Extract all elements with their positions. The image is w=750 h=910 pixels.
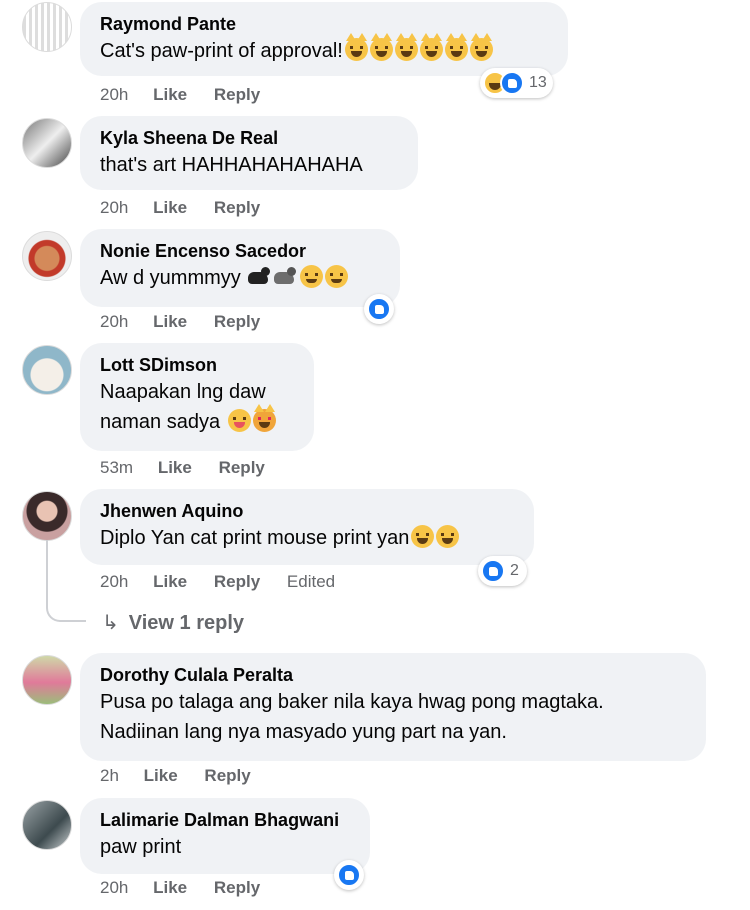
avatar[interactable] [22, 118, 72, 168]
view-replies-button[interactable]: ↳ View 1 reply [102, 610, 244, 635]
like-button[interactable]: Like [153, 312, 187, 332]
laughing-cat-emoji-icon [344, 33, 368, 61]
avatar[interactable] [22, 345, 72, 395]
laughing-emoji-icon [436, 525, 460, 548]
comment-text-line: Pusa po talaga ang baker nila kaya hwag … [100, 691, 604, 713]
like-button[interactable]: Like [144, 766, 178, 786]
reaction-count: 13 [529, 74, 547, 91]
comment-actions: 20h Like Reply [100, 878, 282, 898]
avatar[interactable] [22, 491, 72, 541]
avatar[interactable] [22, 800, 72, 850]
smiling-face-emoji-icon [325, 265, 349, 288]
comment-timestamp[interactable]: 20h [100, 572, 128, 592]
like-button[interactable]: Like [153, 85, 187, 105]
laughing-cat-emoji-icon [469, 33, 493, 61]
comment-actions: 20h Like Reply [100, 312, 282, 332]
comment-actions: 20h Like Reply [100, 198, 282, 218]
reaction-summary[interactable]: 13 [480, 68, 553, 98]
reply-button[interactable]: Reply [214, 572, 260, 592]
comment-bubble: Dorothy Culala Peralta Pusa po talaga an… [80, 653, 706, 761]
avatar[interactable] [22, 231, 72, 281]
like-icon [367, 297, 391, 321]
winking-tongue-emoji-icon [227, 409, 251, 432]
comment-text-line: Naapakan lng daw [100, 381, 266, 403]
reply-button[interactable]: Reply [204, 766, 250, 786]
comment-author[interactable]: Lalimarie Dalman Bhagwani [100, 808, 350, 832]
comment-bubble: Kyla Sheena De Real that's art HAHHAHAHA… [80, 116, 418, 190]
view-replies-label: View 1 reply [128, 612, 245, 634]
reaction-summary[interactable]: 2 [478, 556, 527, 586]
comment-text-content: Cat's paw-print of approval! [100, 40, 343, 62]
like-icon [500, 71, 524, 95]
comment-text-content: Diplo Yan cat print mouse print yan [100, 527, 410, 549]
like-button[interactable]: Like [153, 572, 187, 592]
reaction-count: 2 [510, 562, 519, 579]
avatar[interactable] [22, 655, 72, 705]
reply-button[interactable]: Reply [214, 198, 260, 218]
like-icon [337, 863, 361, 887]
comment-text-content: naman sadya [100, 411, 221, 433]
comment-text: naman sadya [100, 404, 294, 437]
comment-timestamp[interactable]: 20h [100, 312, 128, 332]
reply-button[interactable]: Reply [214, 85, 260, 105]
reaction-summary[interactable] [334, 860, 364, 890]
like-button[interactable]: Like [153, 198, 187, 218]
smiling-face-emoji-icon [300, 265, 324, 288]
laughing-cat-emoji-icon [444, 33, 468, 61]
comment-actions: 53m Like Reply [100, 458, 287, 478]
comment-timestamp[interactable]: 20h [100, 85, 128, 105]
comment-timestamp[interactable]: 20h [100, 198, 128, 218]
black-cat-emoji-icon [246, 266, 272, 288]
comment-actions: 20h Like Reply Edited [100, 572, 335, 592]
comment-text: Cat's paw-print of approval! [100, 33, 548, 66]
comment-bubble: Nonie Encenso Sacedor Aw d yummmyy [80, 229, 400, 307]
comment-text: Diplo Yan cat print mouse print yan [100, 523, 514, 553]
heart-eyes-cat-emoji-icon [252, 404, 276, 432]
comment-bubble: Raymond Pante Cat's paw-print of approva… [80, 2, 568, 76]
avatar[interactable] [22, 2, 72, 52]
like-button[interactable]: Like [158, 458, 192, 478]
comment-bubble: Jhenwen Aquino Diplo Yan cat print mouse… [80, 489, 534, 565]
cat-emoji-icon [272, 266, 298, 288]
comment-timestamp[interactable]: 53m [100, 458, 133, 478]
laughing-cat-emoji-icon [419, 33, 443, 61]
like-button[interactable]: Like [153, 878, 187, 898]
comment-bubble: Lott SDimson Naapakan lng daw naman sady… [80, 343, 314, 451]
comment-timestamp[interactable]: 20h [100, 878, 128, 898]
comment-author[interactable]: Lott SDimson [100, 353, 294, 377]
laughing-cat-emoji-icon [394, 33, 418, 61]
edited-label[interactable]: Edited [287, 572, 335, 592]
reply-button[interactable]: Reply [214, 312, 260, 332]
comment-text: that's art HAHHAHAHAHAHA [100, 154, 363, 176]
laughing-emoji-icon [411, 525, 435, 548]
comment-author[interactable]: Nonie Encenso Sacedor [100, 239, 380, 263]
reaction-summary[interactable] [364, 294, 394, 324]
comment-text: Aw d yummmyy [100, 263, 380, 293]
comment-text-content: Aw d yummmyy [100, 267, 241, 289]
comment-actions: 2h Like Reply [100, 766, 273, 786]
comment-text: paw print [100, 836, 182, 858]
reply-arrow-icon: ↳ [102, 612, 119, 634]
comment-author[interactable]: Kyla Sheena De Real [100, 126, 398, 150]
comment-timestamp[interactable]: 2h [100, 766, 119, 786]
reply-button[interactable]: Reply [219, 458, 265, 478]
comment-text-line: Nadiinan lang nya masyado yung part na y… [100, 721, 507, 743]
comment-author[interactable]: Dorothy Culala Peralta [100, 663, 686, 687]
reply-thread-connector [46, 540, 86, 622]
comment-bubble: Lalimarie Dalman Bhagwani paw print [80, 798, 370, 874]
laughing-cat-emoji-icon [369, 33, 393, 61]
comment-actions: 20h Like Reply [100, 85, 282, 105]
like-icon [481, 559, 505, 583]
comment-author[interactable]: Jhenwen Aquino [100, 499, 514, 523]
reply-button[interactable]: Reply [214, 878, 260, 898]
